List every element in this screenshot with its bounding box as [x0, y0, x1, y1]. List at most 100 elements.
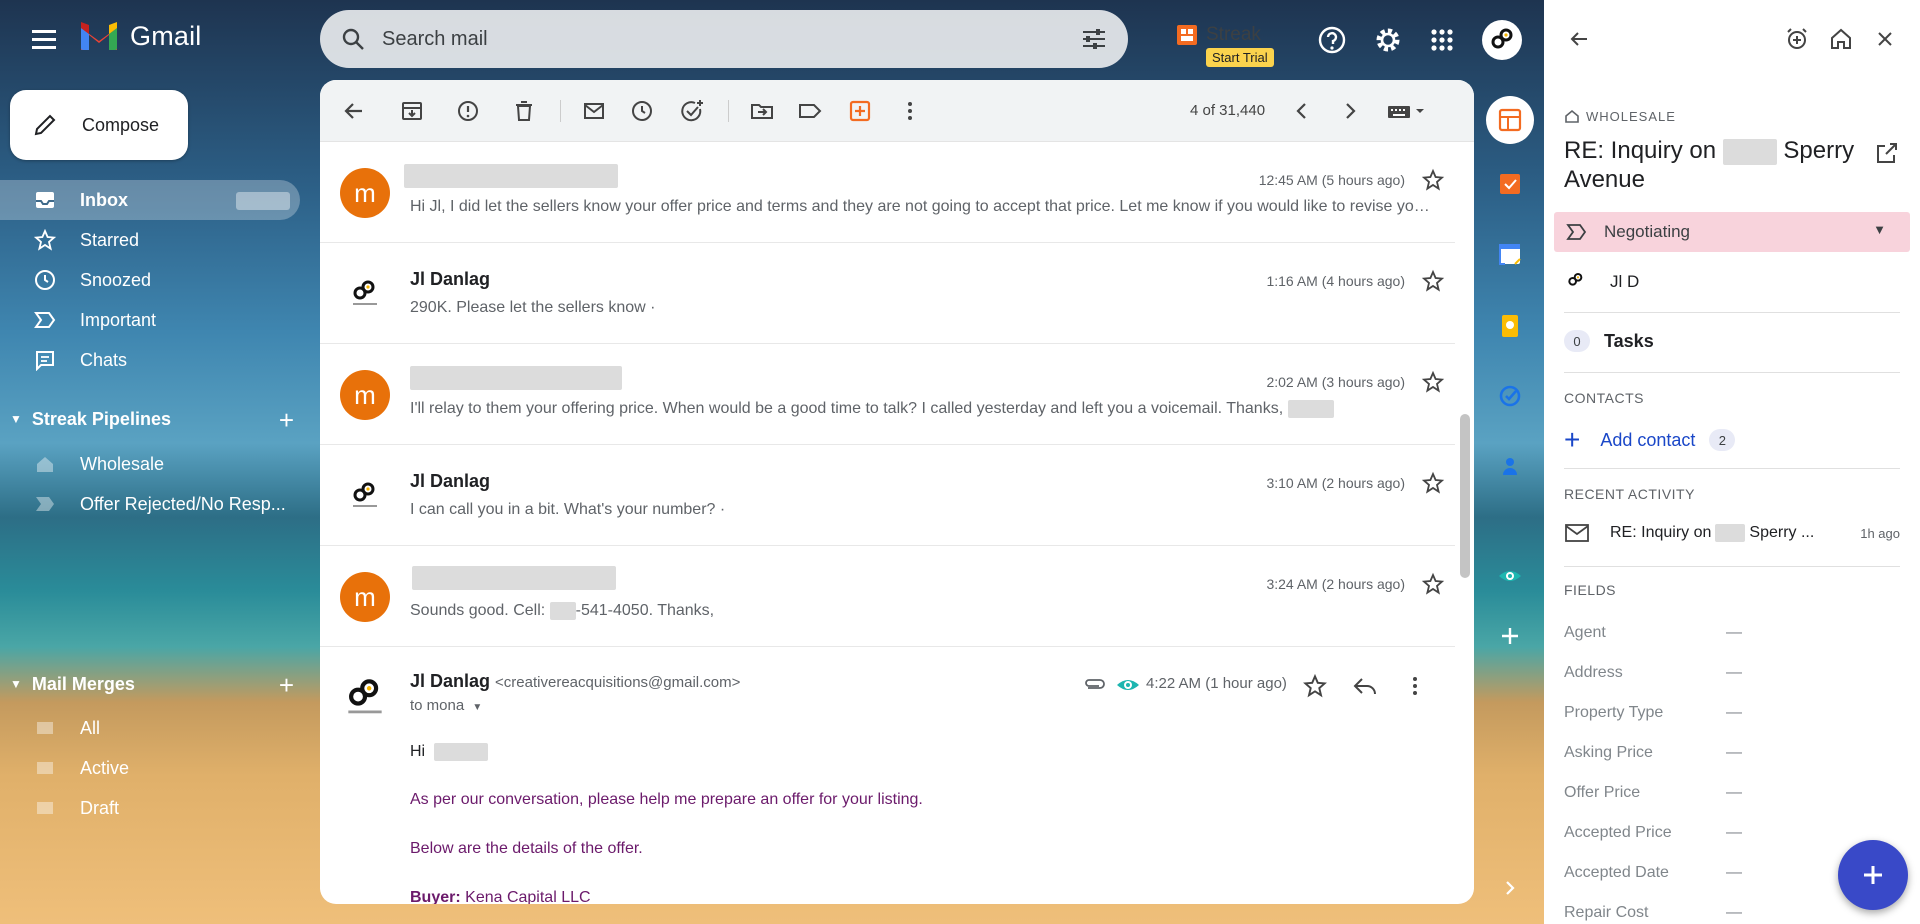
tasks-app-button[interactable]	[1490, 164, 1530, 204]
chevron-right-icon	[1506, 881, 1515, 895]
star-button[interactable]	[1419, 469, 1447, 497]
collapsed-message[interactable]: m Hi Jl, I did let the sellers know your…	[320, 142, 1455, 243]
star-button[interactable]	[1300, 671, 1330, 701]
star-outline-icon	[1421, 168, 1445, 191]
labels-button[interactable]	[794, 95, 826, 127]
archive-button[interactable]	[396, 95, 428, 127]
mail-merges-header[interactable]: ▼ Mail Merges +	[10, 666, 300, 702]
collapsed-message[interactable]: Jl Danlag I can call you in a bit. What'…	[320, 445, 1455, 546]
pipeline-label: Wholesale	[80, 453, 165, 474]
settings-button[interactable]	[1370, 22, 1406, 58]
field-address[interactable]: Address —	[1564, 664, 1900, 694]
chevron-left-icon	[1296, 103, 1306, 119]
apps-button[interactable]	[1424, 22, 1460, 58]
collapsed-message[interactable]: m Sounds good. Cell: -541-4050. Thanks, …	[320, 546, 1455, 647]
search-options-icon[interactable]	[1080, 26, 1108, 52]
snooze-button[interactable]	[626, 95, 658, 127]
streak-pipelines-header[interactable]: ▼ Streak Pipelines +	[10, 401, 300, 437]
streak-box-icon	[849, 100, 871, 122]
field-offer-price[interactable]: Offer Price —	[1564, 784, 1900, 814]
star-button[interactable]	[1419, 267, 1447, 295]
more-vert-icon	[908, 102, 912, 120]
streak-box-button[interactable]	[844, 95, 876, 127]
input-tools-button[interactable]	[1384, 95, 1434, 127]
scrollbar-thumb[interactable]	[1460, 414, 1470, 578]
star-button[interactable]	[1419, 368, 1447, 396]
account-avatar[interactable]	[1482, 20, 1522, 60]
start-trial-badge[interactable]: Start Trial	[1206, 48, 1274, 67]
add-to-tasks-button[interactable]	[676, 95, 708, 127]
close-panel-button[interactable]	[1870, 24, 1900, 54]
breadcrumb-label: WHOLESALE	[1586, 108, 1676, 124]
more-actions-button[interactable]	[894, 95, 926, 127]
pipeline-home-button[interactable]	[1826, 24, 1856, 54]
nav-item-chats[interactable]: Chats	[0, 340, 300, 380]
keep-button[interactable]	[1490, 306, 1530, 346]
get-addons-button[interactable]	[1490, 616, 1530, 656]
star-button[interactable]	[1419, 570, 1447, 598]
search-icon[interactable]	[340, 26, 366, 52]
main-menu-button[interactable]	[22, 24, 66, 56]
eye-icon[interactable]	[1114, 671, 1142, 699]
tasks-section[interactable]: 0 Tasks	[1564, 330, 1654, 352]
pipeline-breadcrumb[interactable]: WHOLESALE	[1564, 108, 1676, 124]
field-asking-price[interactable]: Asking Price —	[1564, 744, 1900, 774]
inbox-count-redacted	[236, 192, 290, 210]
add-fab-button[interactable]	[1838, 840, 1908, 910]
panel-back-button[interactable]	[1564, 24, 1594, 54]
add-contact-button[interactable]: + Add contact 2	[1564, 426, 1736, 454]
mail-merge-item-all[interactable]: All	[34, 708, 300, 748]
collapsed-message[interactable]: Jl Danlag 290K. Please let the sellers k…	[320, 243, 1455, 344]
mark-unread-button[interactable]	[578, 95, 610, 127]
search-input[interactable]	[382, 27, 1080, 51]
redacted-address	[1722, 138, 1777, 165]
tasks-button[interactable]	[1490, 376, 1530, 416]
stage-dropdown[interactable]: Negotiating ▼	[1554, 212, 1910, 252]
calendar-button[interactable]	[1490, 234, 1530, 274]
contacts-button[interactable]	[1490, 446, 1530, 486]
thread-view: 4 of 31,440 m Hi Jl, I did let the selle…	[320, 80, 1474, 904]
report-spam-button[interactable]	[452, 95, 484, 127]
star-button[interactable]	[1419, 166, 1447, 194]
open-box-button[interactable]	[1872, 138, 1902, 168]
mail-merge-item-active[interactable]: Active	[34, 748, 300, 788]
box-owner[interactable]: Jl D	[1564, 270, 1639, 294]
support-button[interactable]	[1314, 22, 1350, 58]
collapsed-message[interactable]: m I'll relay to them your offering price…	[320, 344, 1455, 445]
nav-item-snoozed[interactable]: Snoozed	[0, 260, 300, 300]
gmail-logo[interactable]: Gmail	[78, 20, 202, 52]
back-button[interactable]	[338, 95, 370, 127]
reply-button[interactable]	[1350, 671, 1380, 701]
add-pipeline-icon[interactable]: +	[279, 405, 294, 436]
field-property-type[interactable]: Property Type —	[1564, 704, 1900, 734]
more-button[interactable]	[1400, 671, 1430, 701]
mail-merge-item-draft[interactable]: Draft	[34, 788, 300, 828]
tracking-button[interactable]	[1490, 556, 1530, 596]
move-to-button[interactable]	[746, 95, 778, 127]
recipients-toggle[interactable]: to mona ▼	[410, 697, 482, 714]
pipeline-item-wholesale[interactable]: Wholesale	[34, 444, 300, 484]
streak-button[interactable]: Streak Start Trial	[1176, 24, 1274, 67]
older-button[interactable]	[1334, 95, 1366, 127]
field-agent[interactable]: Agent —	[1564, 624, 1900, 654]
add-mail-merge-icon[interactable]: +	[279, 670, 294, 701]
creative-logo-icon	[353, 280, 377, 305]
reminder-button[interactable]	[1782, 24, 1812, 54]
nav-item-starred[interactable]: Starred	[0, 220, 300, 260]
pencil-icon	[34, 114, 56, 136]
box-title: RE: Inquiry on Sperry Avenue	[1564, 136, 1864, 194]
search-bar[interactable]	[320, 10, 1128, 68]
pipeline-item-offer-rejected[interactable]: Offer Rejected/No Resp...	[34, 484, 300, 524]
field-repair-cost[interactable]: Repair Cost —	[1564, 904, 1900, 924]
nav-item-inbox[interactable]: Inbox	[0, 180, 300, 220]
field-label: Asking Price	[1564, 744, 1653, 761]
activity-item[interactable]: RE: Inquiry on Sperry ... 1h ago	[1564, 522, 1900, 544]
delete-button[interactable]	[508, 95, 540, 127]
compose-button[interactable]: Compose	[10, 90, 188, 160]
newer-button[interactable]	[1286, 95, 1318, 127]
nav-item-important[interactable]: Important	[0, 300, 300, 340]
hide-side-panel-button[interactable]	[1490, 868, 1530, 908]
streak-panel-toggle[interactable]	[1486, 96, 1534, 144]
message-time: 3:24 AM (2 hours ago)	[1266, 576, 1405, 592]
divider	[1564, 468, 1900, 469]
